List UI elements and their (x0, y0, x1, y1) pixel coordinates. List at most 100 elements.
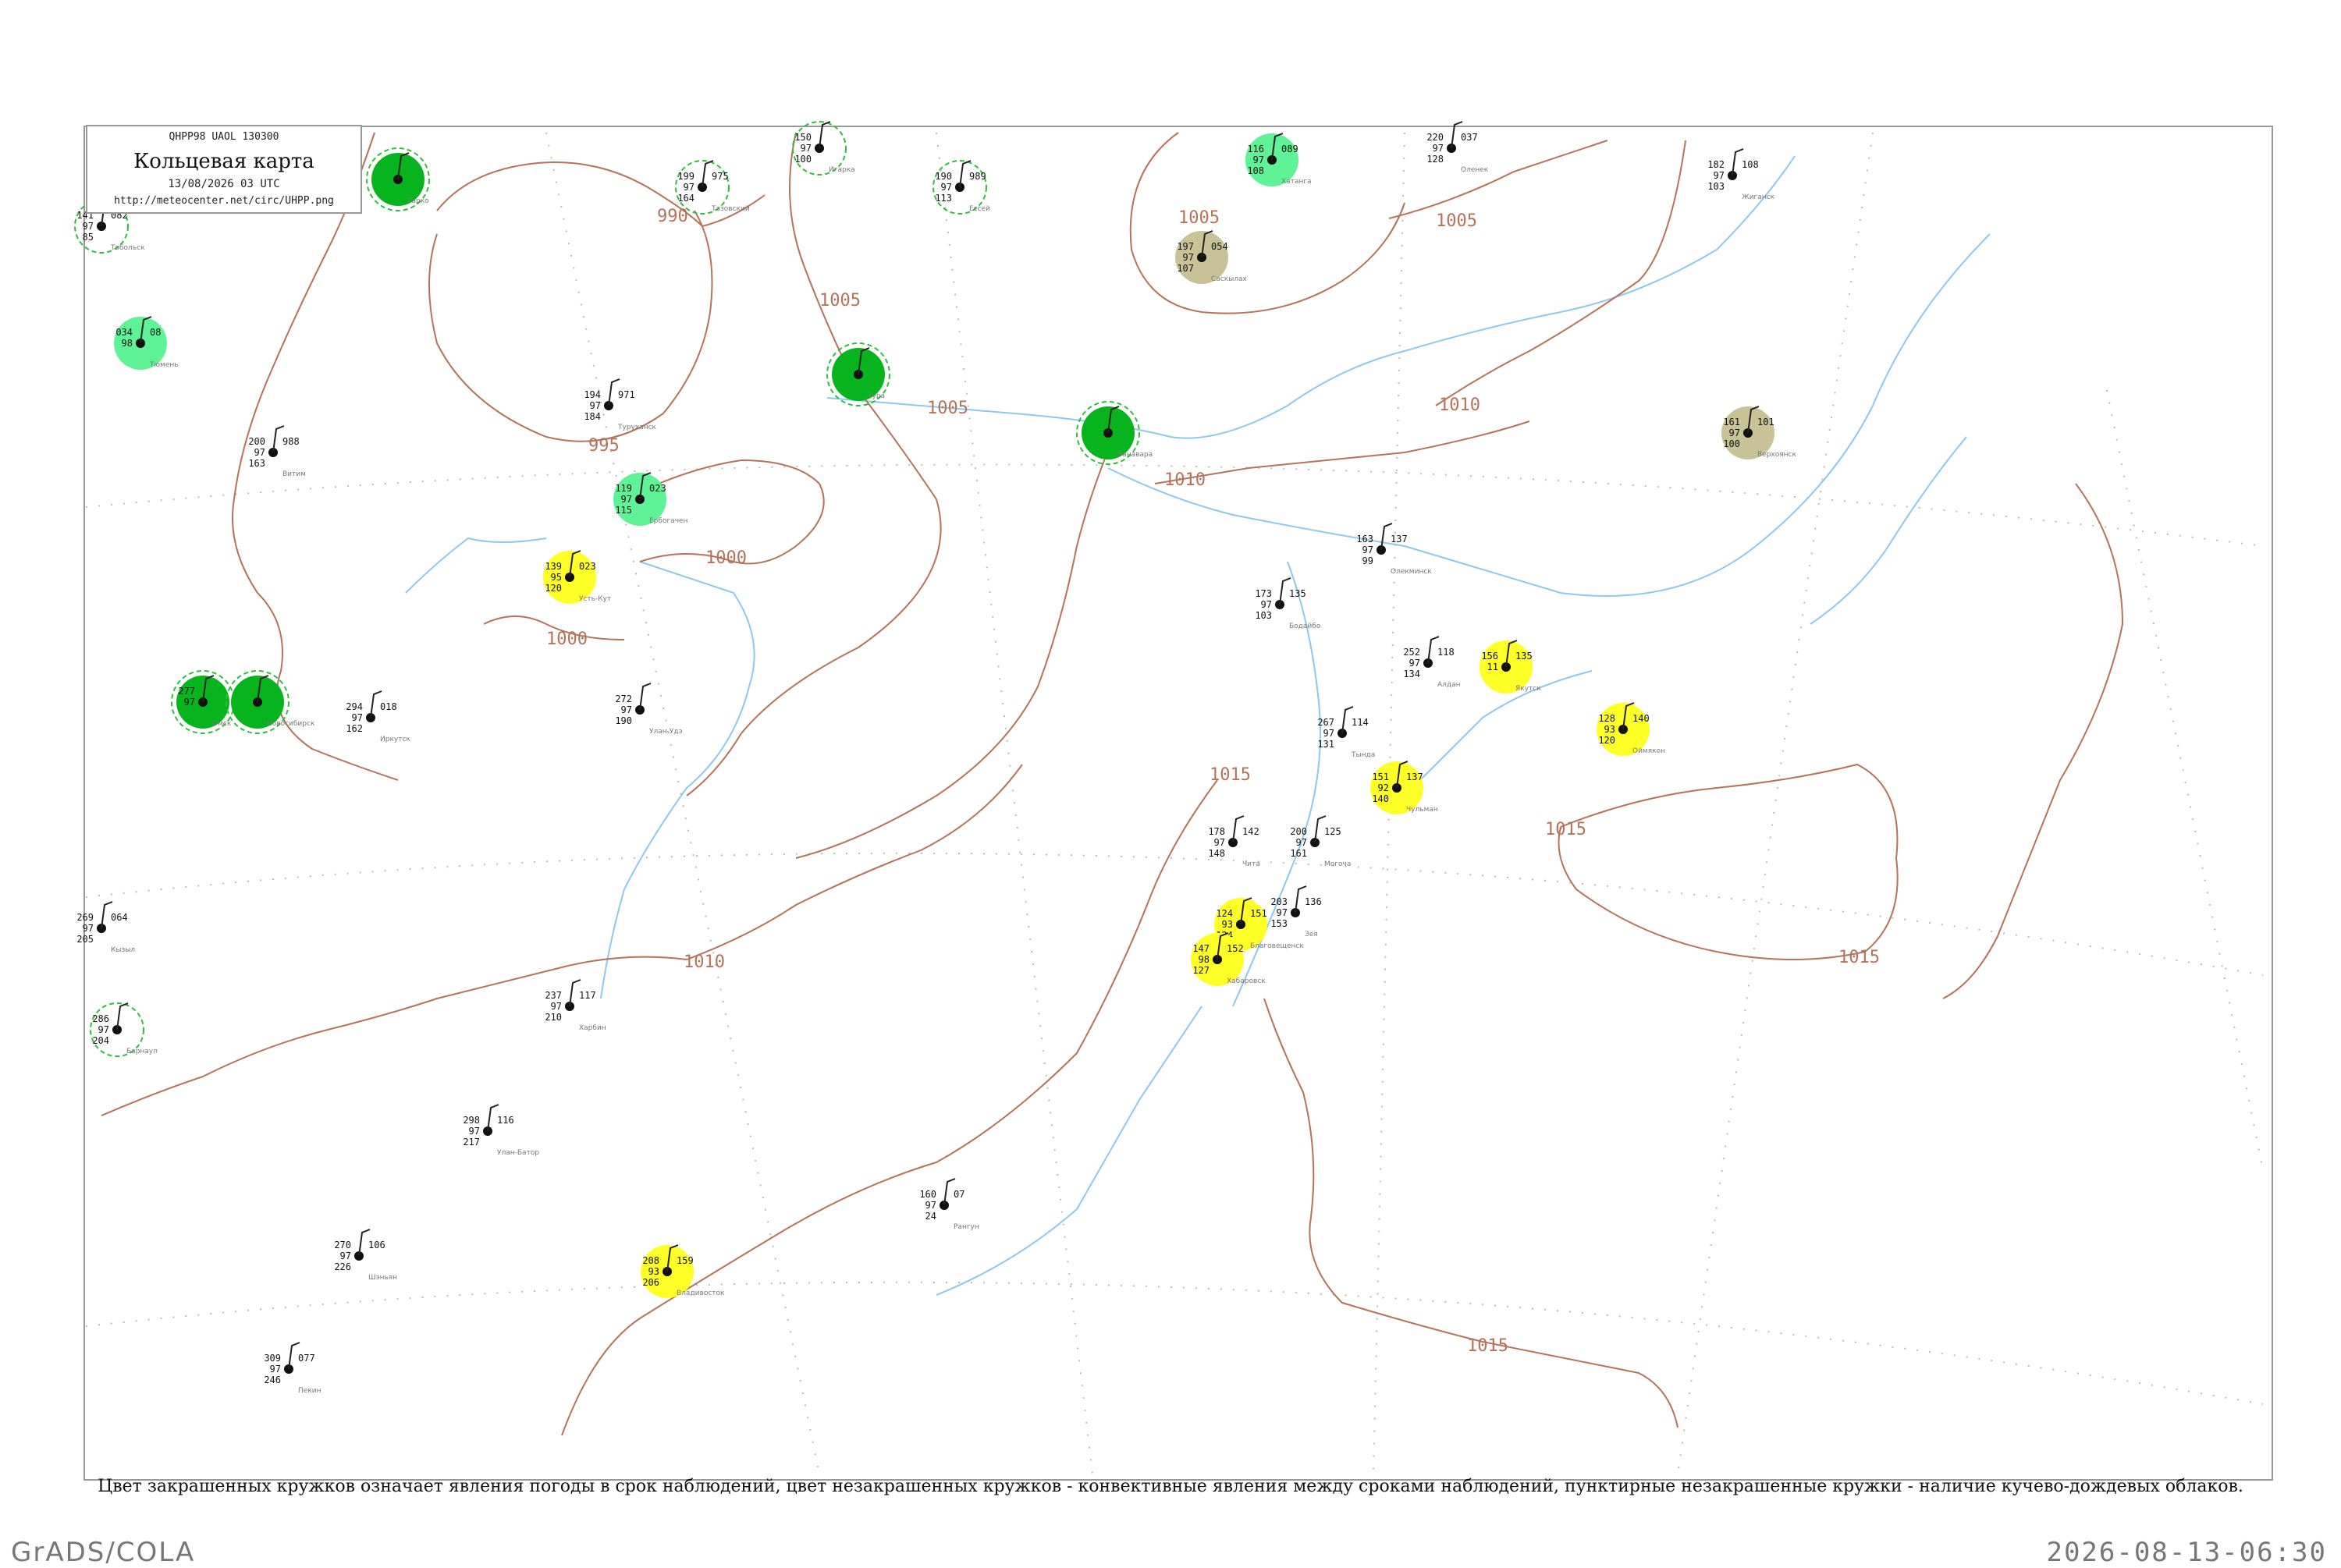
station-pressure: 101 (1757, 417, 1774, 427)
station-pressure: 136 (1305, 896, 1322, 907)
station-pressure: 135 (1289, 588, 1306, 599)
station-temperature: 124 (1216, 908, 1233, 919)
station-temperature: 034 (115, 327, 133, 338)
map-caption: Цвет закрашенных кружков означает явлени… (98, 1477, 2243, 1496)
station-plot: 20097161 125 Могоча (1290, 815, 1351, 868)
isobar-label: 1005 (1178, 208, 1220, 228)
station-pressure: 137 (1391, 534, 1408, 545)
station-temperature: 298 (463, 1115, 480, 1126)
station-visibility: 97 (1253, 154, 1264, 165)
station-visibility: 97 (1183, 252, 1194, 263)
isobar-label: 995 (588, 436, 620, 456)
station-dewpoint: 113 (935, 193, 952, 204)
station-temperature: 151 (1372, 772, 1389, 782)
isobar-label: 1005 (819, 291, 861, 310)
station-temperature: 163 (1356, 534, 1373, 545)
station-visibility: 97 (1323, 728, 1334, 739)
station-pressure: 152 (1227, 943, 1244, 954)
station-visibility: 97 (621, 704, 632, 715)
station-visibility: 97 (1729, 427, 1740, 438)
station-plot: 29897217 116 Улан-Батор (463, 1104, 539, 1157)
station-dewpoint: 161 (1290, 848, 1307, 859)
isobar-label: 1005 (1436, 211, 1477, 231)
station-visibility: 95 (551, 572, 562, 583)
legend-title: Кольцевая карта (133, 150, 314, 173)
station-name: Ессей (969, 205, 990, 213)
station-dewpoint: 99 (1362, 555, 1373, 566)
station-plot: 26797131 114 Тында (1317, 706, 1375, 759)
isobar-1010-c (686, 764, 1023, 960)
station-dewpoint: 107 (1177, 263, 1194, 274)
station-visibility: 97 (1362, 545, 1373, 555)
station-dewpoint: 190 (615, 715, 632, 726)
station-dewpoint: 162 (346, 723, 363, 734)
station-dewpoint: 127 (1192, 965, 1210, 976)
station-visibility: 93 (1604, 724, 1615, 735)
station-visibility: 97 (621, 494, 632, 505)
station-temperature: 190 (935, 171, 952, 182)
station-plot: 19497184 971 Туруханск (584, 378, 657, 431)
station-name: Жиганск (1742, 193, 1775, 201)
station-temperature: 160 (919, 1189, 936, 1200)
station-pressure: 971 (618, 389, 635, 400)
station-temperature: 147 (1192, 943, 1210, 954)
station-visibility: 93 (1222, 919, 1233, 930)
isobar-1015-b (1263, 998, 1678, 1428)
station-name: Усть-Кут (579, 595, 611, 603)
station-name: Витим (282, 470, 306, 478)
station-plot: 28697204 Барнаул (90, 1002, 158, 1057)
isobar-1015-d (1942, 483, 2124, 999)
station-name: Оленек (1461, 166, 1489, 174)
legend-url[interactable]: http://meteocenter.net/circ/UHPP.png (87, 195, 361, 207)
station-name: Новосибирск (267, 720, 315, 728)
station-visibility: 97 (1433, 143, 1444, 154)
isobar-995 (428, 210, 713, 442)
station-plot: 03498 08 Тюмень (114, 316, 179, 370)
station-plot: Тарко (366, 147, 430, 211)
station-visibility: 97 (83, 923, 94, 934)
render-timestamp: 2026-08-13-06:30 (2046, 1537, 2327, 1568)
station-plot: 15192140 137 Чульман (1370, 761, 1438, 814)
station-pressure: 137 (1406, 772, 1423, 782)
isobar-1010-a (1435, 140, 1686, 406)
station-dewpoint: 103 (1707, 181, 1725, 192)
isobars (101, 132, 2124, 1436)
station-dewpoint: 108 (1247, 165, 1264, 176)
station-visibility: 97 (1214, 837, 1225, 848)
station-plot: 22097128 037 Оленек (1426, 121, 1489, 174)
station-temperature: 173 (1255, 588, 1272, 599)
station-visibility: 97 (1261, 599, 1272, 610)
station-dewpoint: 128 (1426, 154, 1444, 165)
graticule (85, 132, 2264, 1475)
station-pressure: 989 (969, 171, 986, 182)
station-name: Хатанга (1281, 178, 1312, 186)
isobar-1005-a (686, 132, 942, 796)
station-visibility: 97 (551, 1001, 562, 1012)
station-name: Оймякон (1632, 747, 1665, 755)
station-pressure: 106 (368, 1240, 385, 1250)
station-visibility: 98 (1199, 954, 1210, 965)
isobar-label: 990 (657, 207, 688, 226)
station-temperature: 128 (1598, 713, 1615, 724)
station-temperature: 200 (248, 436, 265, 447)
isobar-label: 1010 (684, 953, 725, 972)
isobar-1015-e (101, 956, 687, 1116)
station-plot: 15611 135 Якутск (1480, 640, 1541, 694)
station-name: Чита (1242, 860, 1260, 868)
isobar-label: 1010 (1439, 396, 1480, 415)
isobar-1010-b (1154, 420, 1530, 484)
station-plot: 20397153 136 Зея (1270, 885, 1322, 938)
station-dewpoint: 205 (76, 934, 94, 945)
station-temperature: 156 (1481, 651, 1498, 662)
station-name: Тобольск (110, 244, 145, 252)
station-visibility: 11 (1487, 662, 1498, 672)
station-dewpoint: 120 (545, 583, 562, 594)
station-plot: 18297103 108 Жиганск (1707, 148, 1775, 201)
station-name: Владивосток (677, 1290, 725, 1297)
station-temperature: 178 (1208, 826, 1225, 837)
station-dewpoint: 164 (677, 193, 694, 204)
station-dewpoint: 100 (1723, 438, 1740, 449)
station-pressure: 975 (712, 171, 729, 182)
station-plot: 11997115 023 Ербогачен (613, 472, 688, 526)
station-plot: Ванавара (1076, 401, 1153, 465)
